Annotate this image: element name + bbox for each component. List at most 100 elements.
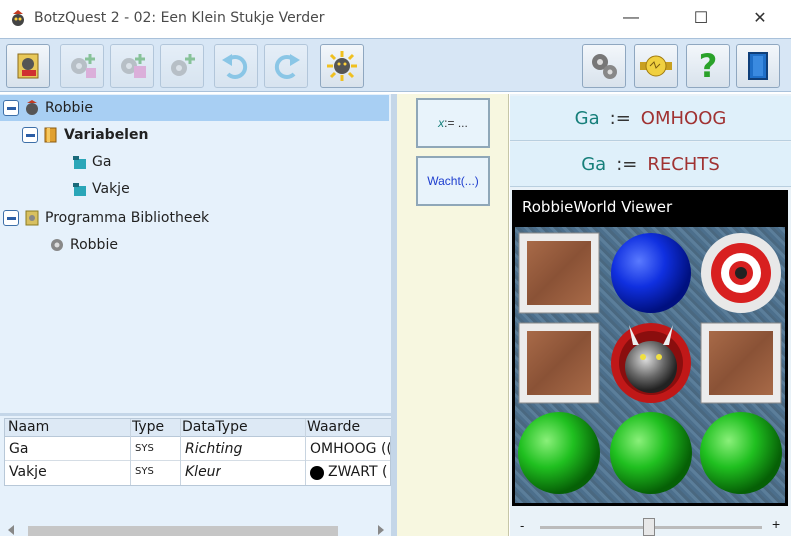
statement-value: OMHOOG bbox=[640, 107, 727, 129]
green-ball-tile bbox=[700, 412, 782, 494]
crate-tile bbox=[518, 322, 600, 404]
run-button[interactable] bbox=[320, 44, 364, 88]
variable-icon bbox=[73, 156, 86, 169]
statement-operator: := bbox=[616, 153, 638, 175]
statement-row[interactable]: Ga := OMHOOG bbox=[510, 96, 791, 141]
robot-editor-button[interactable] bbox=[6, 44, 50, 88]
collapse-toggle[interactable] bbox=[3, 210, 19, 226]
add-gear-3-button[interactable] bbox=[160, 44, 204, 88]
tree-item-label: Robbie bbox=[70, 237, 118, 253]
statement-variable: Ga bbox=[574, 107, 600, 129]
crate-tile bbox=[700, 322, 782, 404]
viewer-title: RobbieWorld Viewer bbox=[522, 198, 673, 216]
book-icon bbox=[44, 127, 57, 143]
statement-value: RECHTS bbox=[647, 153, 720, 175]
settings-button[interactable] bbox=[582, 44, 626, 88]
title-bar: BotzQuest 2 - 02: Een Klein Stukje Verde… bbox=[0, 0, 791, 36]
statement-variable: Ga bbox=[581, 153, 607, 175]
slider-minus-label: - bbox=[520, 518, 525, 533]
minimize-icon: — bbox=[623, 9, 639, 26]
robot-tile bbox=[611, 323, 691, 403]
scrollbar-thumb[interactable] bbox=[28, 526, 338, 536]
game-board bbox=[515, 227, 785, 503]
tree-item-label: Robbie bbox=[45, 100, 93, 116]
assign-command-tile[interactable]: x := ... bbox=[416, 98, 490, 148]
add-gear-button[interactable] bbox=[60, 44, 104, 88]
help-button[interactable]: ? bbox=[686, 44, 730, 88]
speed-slider[interactable]: - + bbox=[510, 514, 791, 536]
robot-icon bbox=[26, 100, 38, 115]
column-divider bbox=[305, 419, 306, 485]
redo-icon bbox=[274, 54, 300, 79]
toolbar: ? bbox=[0, 38, 791, 92]
column-header-waarde[interactable]: Waarde bbox=[307, 419, 360, 435]
tree-item-label: Variabelen bbox=[64, 127, 149, 143]
tree-item-robbie[interactable]: Robbie bbox=[0, 95, 389, 121]
table-row[interactable]: Vakje SYS Kleur ZWART ( bbox=[5, 461, 390, 484]
gear-plus-icon bbox=[71, 54, 96, 78]
help-icon: ? bbox=[698, 47, 718, 85]
collapse-toggle[interactable] bbox=[22, 127, 38, 143]
robot-editor-icon bbox=[17, 53, 39, 79]
slider-thumb[interactable] bbox=[643, 518, 655, 536]
gear-icon bbox=[51, 239, 63, 251]
tree-item-label: Programma Bibliotheek bbox=[45, 210, 210, 226]
sun-robot-icon bbox=[327, 51, 357, 81]
add-gear-2-button[interactable] bbox=[110, 44, 154, 88]
cell-waarde: OMHOOG (( bbox=[310, 441, 390, 457]
tree-item-programma-bibliotheek[interactable]: Programma Bibliotheek bbox=[0, 205, 209, 231]
crate-tile bbox=[518, 232, 600, 314]
column-divider bbox=[130, 419, 131, 485]
table-row[interactable]: Ga SYS Richting OMHOOG (( bbox=[5, 438, 390, 461]
maximize-button[interactable]: ☐ bbox=[678, 0, 724, 36]
cell-naam: Ga bbox=[9, 441, 29, 457]
app-icon bbox=[12, 10, 24, 26]
window-title: BotzQuest 2 - 02: Een Klein Stukje Verde… bbox=[34, 10, 325, 26]
redo-button[interactable] bbox=[264, 44, 308, 88]
undo-button[interactable] bbox=[214, 44, 258, 88]
close-button[interactable]: ✕ bbox=[737, 0, 783, 36]
cell-type: SYS bbox=[135, 443, 154, 454]
column-header-naam[interactable]: Naam bbox=[8, 419, 49, 435]
cell-waarde: ZWART ( bbox=[328, 464, 388, 480]
gear-plus-icon bbox=[121, 54, 146, 78]
collapse-toggle[interactable] bbox=[3, 100, 19, 116]
statement-operator: := bbox=[609, 107, 631, 129]
command-palette: x := ... Wacht(...) bbox=[397, 94, 509, 536]
gears-icon bbox=[592, 54, 617, 79]
green-ball-tile bbox=[518, 412, 600, 494]
door-exit-icon bbox=[748, 52, 768, 80]
robbieworld-viewer: RobbieWorld Viewer bbox=[512, 190, 788, 506]
tree-item-library-robbie[interactable]: Robbie bbox=[44, 232, 118, 258]
wait-command-tile[interactable]: Wacht(...) bbox=[416, 156, 490, 206]
exit-button[interactable] bbox=[736, 44, 780, 88]
tree-item-variabelen[interactable]: Variabelen bbox=[22, 122, 148, 148]
scroll-right-arrow-icon[interactable] bbox=[378, 525, 384, 535]
horizontal-scrollbar[interactable] bbox=[4, 522, 391, 536]
board-grid bbox=[518, 232, 782, 494]
variable-icon bbox=[73, 183, 86, 196]
black-color-swatch-icon bbox=[310, 466, 324, 480]
tree-item-label: Vakje bbox=[92, 181, 130, 197]
cell-datatype: Richting bbox=[185, 441, 243, 457]
tree-item-vakje[interactable]: Vakje bbox=[66, 176, 130, 202]
target-tile bbox=[701, 233, 781, 313]
tree-item-label: Ga bbox=[92, 154, 112, 170]
column-header-datatype[interactable]: DataType bbox=[182, 419, 248, 435]
library-icon bbox=[25, 210, 39, 226]
undo-icon bbox=[222, 54, 248, 79]
assign-op-label: := ... bbox=[444, 116, 468, 130]
column-header-type[interactable]: Type bbox=[132, 419, 164, 435]
minimize-button[interactable]: — bbox=[608, 0, 654, 36]
tree-item-ga[interactable]: Ga bbox=[66, 149, 111, 175]
variables-table: Naam Type DataType Waarde Ga SYS Richtin… bbox=[4, 418, 392, 486]
statement-row[interactable]: Ga := RECHTS bbox=[510, 142, 791, 187]
horizontal-splitter[interactable] bbox=[0, 413, 391, 416]
cell-naam: Vakje bbox=[9, 464, 47, 480]
cell-type: SYS bbox=[135, 466, 154, 477]
scroll-left-arrow-icon[interactable] bbox=[8, 525, 14, 535]
badge-button[interactable] bbox=[634, 44, 678, 88]
badge-icon bbox=[640, 55, 672, 77]
wait-label: Wacht(...) bbox=[427, 174, 479, 188]
gear-plus-icon bbox=[171, 54, 195, 76]
